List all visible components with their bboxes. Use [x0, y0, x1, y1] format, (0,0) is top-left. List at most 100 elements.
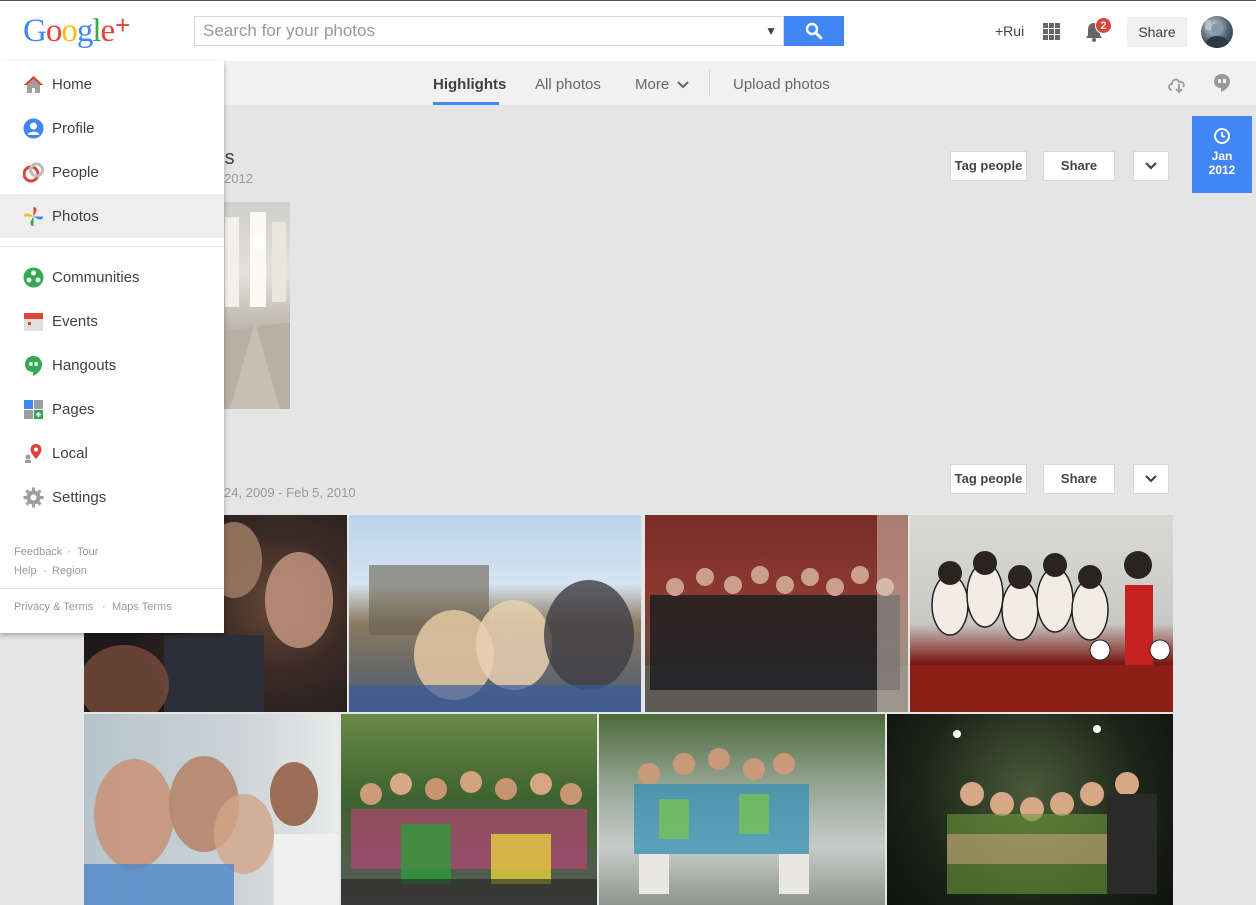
logo-letter: o: [45, 13, 62, 49]
search-icon: [805, 22, 823, 40]
sidebar-item-label: Settings: [52, 489, 107, 506]
album-share-button[interactable]: Share: [1043, 464, 1115, 494]
communities-icon: [23, 267, 44, 288]
tab-all-photos[interactable]: All photos: [535, 76, 601, 93]
tab-more[interactable]: More: [635, 76, 690, 93]
logo-letter: e: [100, 13, 116, 49]
sidebar-item-label: Photos: [52, 208, 99, 225]
notification-badge[interactable]: 2: [1095, 17, 1112, 34]
photos-icon: [24, 207, 43, 226]
profile-icon: [23, 118, 44, 139]
feedback-link[interactable]: Feedback: [14, 546, 62, 558]
album-photo[interactable]: [84, 714, 339, 905]
logo-letter: l: [92, 13, 101, 49]
sidebar-item-pages[interactable]: Pages: [0, 387, 224, 431]
beach-friends-photo: [349, 565, 641, 712]
sidebar-item-label: Events: [52, 313, 98, 330]
clock-icon: [1214, 128, 1230, 144]
album-photo[interactable]: [910, 515, 1173, 712]
night-party-photo: [947, 725, 1157, 894]
people-icon: [23, 162, 44, 183]
active-tab-indicator: [433, 102, 499, 105]
street-carnival-photo: [634, 748, 809, 894]
avatar[interactable]: [1201, 16, 1233, 48]
upload-photos-link[interactable]: Upload photos: [733, 76, 830, 93]
sidebar-item-events[interactable]: Events: [0, 299, 224, 343]
album-photo[interactable]: [599, 714, 885, 905]
help-link[interactable]: Help: [14, 565, 37, 577]
logo-letter: g: [76, 13, 93, 49]
chevron-down-icon: [1145, 162, 1157, 170]
tour-link[interactable]: Tour: [77, 546, 98, 558]
tag-people-button[interactable]: Tag people: [950, 151, 1027, 181]
sidebar-item-communities[interactable]: Communities: [0, 255, 224, 299]
top-bar: Google+ ▼ +Rui 2 Share: [0, 0, 1256, 61]
date-tab-month: Jan: [1211, 149, 1233, 163]
album-options-button[interactable]: [1133, 464, 1169, 494]
sidebar-item-label: Hangouts: [52, 357, 117, 374]
home-icon: [24, 76, 43, 93]
auto-awesome-cloud-icon[interactable]: [1166, 72, 1188, 94]
main-nav-menu: Home Profile People Photos Communities E…: [0, 61, 224, 633]
menu-divider: [0, 588, 224, 589]
menu-divider: [0, 246, 224, 247]
album-photo[interactable]: [349, 515, 641, 712]
maps-terms-link[interactable]: Maps Terms: [112, 601, 172, 613]
logo-plus: +: [115, 10, 130, 40]
sidebar-item-hangouts[interactable]: Hangouts: [0, 343, 224, 387]
avatar-image: [1205, 20, 1228, 48]
logo-letter: o: [61, 13, 77, 49]
user-profile-link[interactable]: +Rui: [995, 23, 1024, 39]
sidebar-item-home[interactable]: Home: [0, 62, 224, 106]
google-plus-logo[interactable]: Google+: [23, 10, 130, 50]
privacy-terms-link[interactable]: Privacy & Terms: [14, 601, 93, 613]
album-date: 2012: [224, 171, 253, 186]
sidebar-item-label: People: [52, 164, 99, 181]
logo-letter: G: [23, 13, 47, 49]
album-date: 24, 2009 - Feb 5, 2010: [224, 485, 356, 500]
album-photo[interactable]: [645, 515, 908, 712]
hangouts-quote-icon[interactable]: [1211, 72, 1233, 94]
sidebar-item-label: Local: [52, 445, 88, 462]
sidebar-item-label: Profile: [52, 120, 95, 137]
hangouts-icon: [25, 356, 42, 376]
footer-dot: ·: [102, 601, 106, 613]
timeline-date-tab[interactable]: Jan 2012: [1192, 116, 1252, 193]
footer-dot: ·: [67, 546, 71, 558]
footer-dot: ·: [43, 565, 47, 577]
album-share-button[interactable]: Share: [1043, 151, 1115, 181]
sidebar-item-profile[interactable]: Profile: [0, 106, 224, 150]
album-photo[interactable]: [887, 714, 1173, 905]
sidebar-item-label: Home: [52, 76, 93, 93]
carnival-group-photo: [341, 771, 597, 905]
hall-of-mirrors-photo: [220, 212, 290, 409]
tab-more-label: More: [635, 76, 670, 93]
events-icon: [24, 313, 43, 331]
group-photo: [645, 515, 908, 712]
share-button[interactable]: Share: [1127, 17, 1187, 47]
sidebar-item-local[interactable]: Local: [0, 431, 224, 475]
search-box: ▼: [194, 16, 784, 46]
sidebar-item-photos[interactable]: Photos: [0, 194, 224, 238]
subnav-divider: [709, 70, 710, 96]
album-options-button[interactable]: [1133, 151, 1169, 181]
settings-icon: [23, 487, 44, 508]
album-photo[interactable]: [341, 714, 597, 905]
sidebar-item-label: Communities: [52, 269, 140, 286]
album-photo[interactable]: [220, 202, 290, 409]
chevron-down-icon: [677, 81, 690, 89]
apps-grid-icon[interactable]: [1043, 23, 1060, 40]
tag-people-button[interactable]: Tag people: [950, 464, 1027, 494]
search-button[interactable]: [784, 16, 844, 46]
sidebar-item-label: Pages: [52, 401, 95, 418]
search-input[interactable]: [195, 17, 751, 45]
pages-icon: [24, 400, 43, 419]
sidebar-item-people[interactable]: People: [0, 150, 224, 194]
tab-highlights[interactable]: Highlights: [433, 76, 506, 93]
local-icon: [25, 444, 42, 463]
chevron-down-icon: [1145, 475, 1157, 483]
caricature-mural-photo: [910, 551, 1173, 712]
chevron-down-icon[interactable]: ▼: [765, 24, 777, 38]
sidebar-item-settings[interactable]: Settings: [0, 475, 224, 519]
region-link[interactable]: Region: [52, 565, 87, 577]
